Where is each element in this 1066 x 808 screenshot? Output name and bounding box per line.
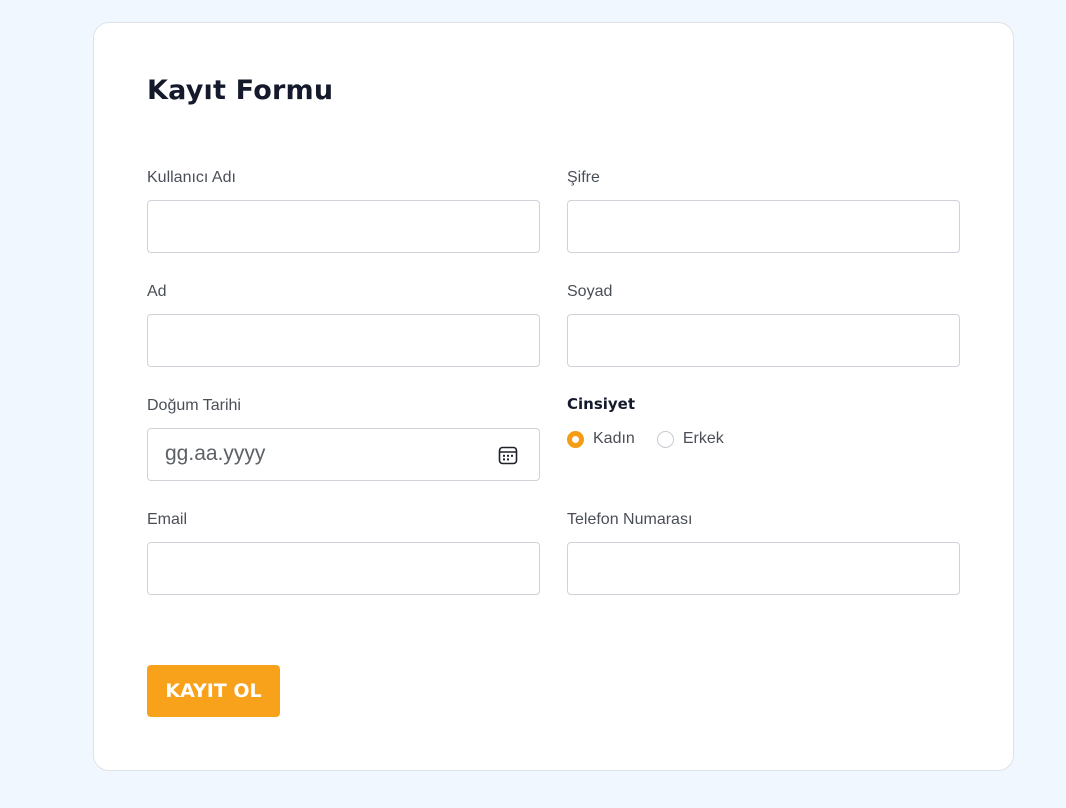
calendar-icon[interactable] [498, 445, 518, 465]
birth-date-input[interactable]: gg.aa.yyyy [147, 428, 540, 481]
gender-option-female[interactable]: Kadın [567, 430, 635, 448]
radio-female-selected[interactable] [567, 430, 584, 448]
birth-date-placeholder: gg.aa.yyyy [165, 442, 266, 465]
first-name-label: Ad [147, 283, 167, 300]
gender-radio-group: Kadın Erkek [567, 430, 746, 448]
submit-button[interactable]: KAYIT OL [147, 665, 280, 717]
phone-label: Telefon Numarası [567, 511, 693, 528]
form-title: Kayıt Formu [147, 75, 334, 106]
radio-male[interactable] [656, 430, 674, 448]
gender-option-male[interactable]: Erkek [656, 430, 724, 448]
password-input[interactable] [567, 200, 960, 253]
birth-date-label: Doğum Tarihi [147, 397, 241, 414]
gender-option-female-label: Kadın [593, 430, 635, 447]
gender-option-male-label: Erkek [682, 430, 724, 447]
gender-label: Cinsiyet [567, 395, 636, 413]
username-label: Kullanıcı Adı [147, 169, 236, 186]
phone-input[interactable] [567, 542, 960, 595]
email-input[interactable] [147, 542, 540, 595]
email-label: Email [147, 511, 188, 528]
registration-form-card: Kayıt Formu Kullanıcı Adı Şifre Ad Soyad… [93, 22, 1014, 771]
username-input[interactable] [147, 200, 540, 253]
first-name-input[interactable] [147, 314, 540, 367]
last-name-label: Soyad [567, 283, 613, 300]
password-label: Şifre [567, 169, 600, 186]
last-name-input[interactable] [567, 314, 960, 367]
